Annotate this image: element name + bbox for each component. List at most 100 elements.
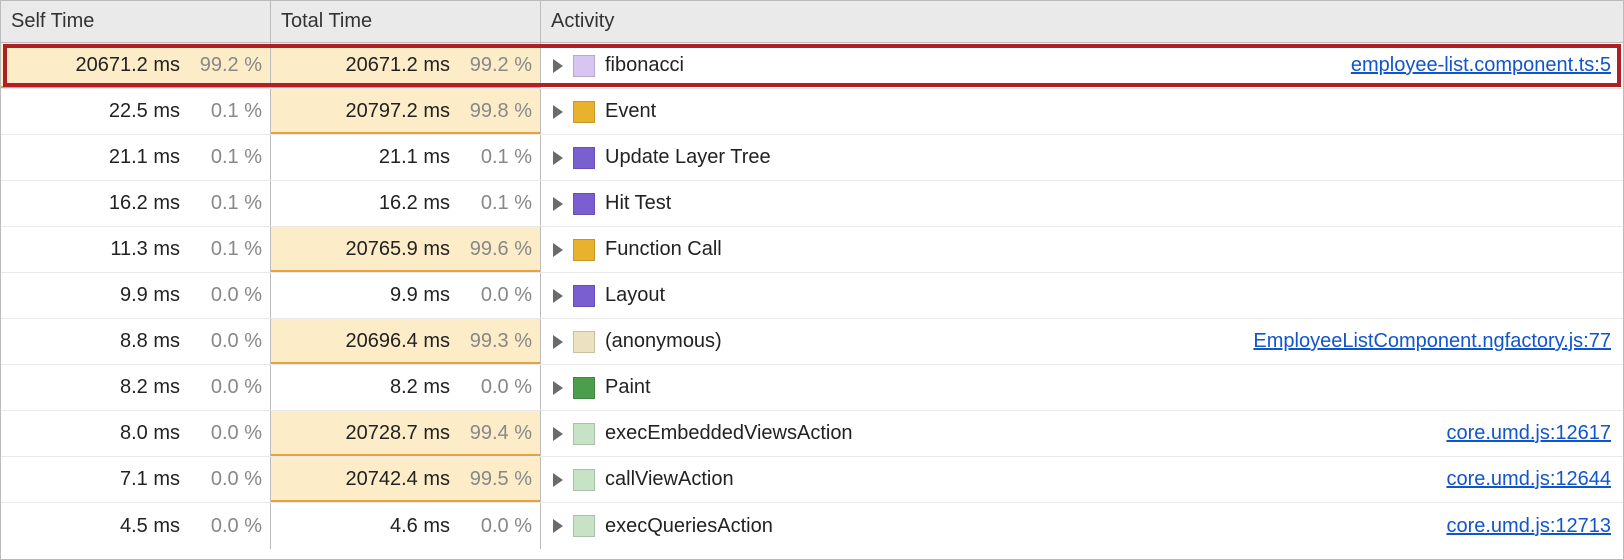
category-swatch-icon xyxy=(573,377,595,399)
total-time-percent: 0.1 % xyxy=(462,146,532,169)
category-swatch-icon xyxy=(573,239,595,261)
activity-cell: Layout xyxy=(541,273,1623,318)
column-header-total-time[interactable]: Total Time xyxy=(271,1,541,42)
activity-name: Layout xyxy=(605,284,665,307)
table-row[interactable]: 8.0 ms0.0 %20728.7 ms99.4 %execEmbeddedV… xyxy=(1,411,1623,457)
total-time-percent: 0.0 % xyxy=(462,284,532,307)
self-time-cell: 21.1 ms0.1 % xyxy=(1,135,271,180)
self-time-percent: 0.0 % xyxy=(192,284,262,307)
expand-icon[interactable] xyxy=(553,105,563,119)
source-link[interactable]: core.umd.js:12713 xyxy=(1446,515,1611,538)
expand-icon[interactable] xyxy=(553,335,563,349)
category-swatch-icon xyxy=(573,285,595,307)
table-row[interactable]: 8.2 ms 0.0 % 8.2 ms 0.0 % Paint xyxy=(1,365,1623,411)
total-time-percent: 99.4 % xyxy=(462,422,532,445)
total-time-cell: 20765.9 ms99.6 % xyxy=(271,227,541,272)
activity-name: Paint xyxy=(605,376,651,399)
self-time-value: 9.9 ms xyxy=(50,284,180,307)
table-row[interactable]: 11.3 ms0.1 %20765.9 ms99.6 % Function Cal… xyxy=(1,227,1623,273)
table-row[interactable]: 21.1 ms0.1 %21.1 ms0.1 %Update Layer Tre… xyxy=(1,135,1623,181)
activity-cell: Hit Test xyxy=(541,181,1623,226)
source-link[interactable]: core.umd.js:12617 xyxy=(1446,422,1611,445)
self-time-value: 8.0 ms xyxy=(50,422,180,445)
total-time-cell: 9.9 ms 0.0 % xyxy=(271,273,541,318)
total-time-percent: 99.6 % xyxy=(462,238,532,261)
activity-name: execQueriesAction xyxy=(605,515,773,538)
total-time-percent: 0.0 % xyxy=(462,515,532,538)
total-time-value: 9.9 ms xyxy=(320,284,450,307)
total-time-cell: 20742.4 ms99.5 % xyxy=(271,457,541,502)
self-time-cell: 11.3 ms0.1 % xyxy=(1,227,271,272)
self-time-cell: 16.2 ms0.1 % xyxy=(1,181,271,226)
category-swatch-icon xyxy=(573,469,595,491)
total-time-value: 20797.2 ms xyxy=(320,100,450,123)
total-time-value: 20728.7 ms xyxy=(320,422,450,445)
category-swatch-icon xyxy=(573,147,595,169)
self-time-cell: 9.9 ms 0.0 % xyxy=(1,273,271,318)
expand-icon[interactable] xyxy=(553,381,563,395)
expand-icon[interactable] xyxy=(553,151,563,165)
activity-name: fibonacci xyxy=(605,54,684,77)
total-time-cell: 16.2 ms0.1 % xyxy=(271,181,541,226)
self-time-percent: 0.0 % xyxy=(192,376,262,399)
self-time-percent: 0.0 % xyxy=(192,330,262,353)
expand-icon[interactable] xyxy=(553,197,563,211)
table-body: 20671.2 ms99.2 %20671.2 ms99.2 %fibonacc… xyxy=(1,43,1623,559)
total-time-percent: 99.8 % xyxy=(462,100,532,123)
self-time-value: 21.1 ms xyxy=(50,146,180,169)
category-swatch-icon xyxy=(573,423,595,445)
source-link[interactable]: employee-list.component.ts:5 xyxy=(1351,54,1611,77)
table-row[interactable]: 9.9 ms 0.0 % 9.9 ms 0.0 % Layout xyxy=(1,273,1623,319)
self-time-percent: 99.2 % xyxy=(192,54,262,77)
activity-name: Hit Test xyxy=(605,192,671,215)
category-swatch-icon xyxy=(573,55,595,77)
activity-cell: fibonacci employee-list.component.ts:5 xyxy=(541,43,1623,88)
table-row[interactable]: 7.1 ms0.0 %20742.4 ms99.5 %callViewActio… xyxy=(1,457,1623,503)
expand-icon[interactable] xyxy=(553,427,563,441)
expand-icon[interactable] xyxy=(553,243,563,257)
total-time-cell: 20671.2 ms 99.2 % xyxy=(271,43,541,88)
table-row[interactable]: 4.5 ms0.0 %4.6 ms0.0 %execQueriesActionc… xyxy=(1,503,1623,549)
total-time-cell: 4.6 ms0.0 % xyxy=(271,503,541,549)
column-header-activity[interactable]: Activity xyxy=(541,1,1623,42)
expand-icon[interactable] xyxy=(553,519,563,533)
table-row[interactable]: 8.8 ms 0.0 % 20696.4 ms 99.3 % (anonymous) Em… xyxy=(1,319,1623,365)
total-time-value: 20671.2 ms xyxy=(320,54,450,77)
self-time-value: 16.2 ms xyxy=(50,192,180,215)
total-time-percent: 99.5 % xyxy=(462,468,532,491)
total-time-value: 20696.4 ms xyxy=(320,330,450,353)
self-time-cell: 7.1 ms 0.0 % xyxy=(1,457,271,502)
total-time-percent: 99.3 % xyxy=(462,330,532,353)
self-time-value: 8.8 ms xyxy=(50,330,180,353)
activity-cell: Function Call xyxy=(541,227,1623,272)
self-time-value: 7.1 ms xyxy=(50,468,180,491)
self-time-percent: 0.1 % xyxy=(192,100,262,123)
category-swatch-icon xyxy=(573,515,595,537)
expand-icon[interactable] xyxy=(553,289,563,303)
column-header-self-time[interactable]: Self Time xyxy=(1,1,271,42)
activity-cell: execEmbeddedViewsAction core.umd.js:12617 xyxy=(541,411,1623,456)
activity-name: (anonymous) xyxy=(605,330,722,353)
self-time-value: 8.2 ms xyxy=(50,376,180,399)
activity-name: Update Layer Tree xyxy=(605,146,771,169)
table-row[interactable]: 20671.2 ms99.2 %20671.2 ms99.2 %fibonacc… xyxy=(1,43,1623,89)
table-row[interactable]: 22.5 ms0.1 %20797.2 ms99.8 %Event xyxy=(1,89,1623,135)
self-time-cell: 8.2 ms 0.0 % xyxy=(1,365,271,410)
total-time-percent: 0.1 % xyxy=(462,192,532,215)
expand-icon[interactable] xyxy=(553,473,563,487)
activity-cell: Paint xyxy=(541,365,1623,410)
table-row[interactable]: 16.2 ms0.1 %16.2 ms0.1 %Hit Test xyxy=(1,181,1623,227)
category-swatch-icon xyxy=(573,101,595,123)
expand-icon[interactable] xyxy=(553,59,563,73)
total-time-cell: 20797.2 ms 99.8 % xyxy=(271,89,541,134)
source-link[interactable]: EmployeeListComponent.ngfactory.js:77 xyxy=(1253,330,1611,353)
self-time-percent: 0.0 % xyxy=(192,468,262,491)
total-time-value: 8.2 ms xyxy=(320,376,450,399)
activity-name: Function Call xyxy=(605,238,722,261)
source-link[interactable]: core.umd.js:12644 xyxy=(1446,468,1611,491)
activity-name: execEmbeddedViewsAction xyxy=(605,422,853,445)
total-time-cell: 20728.7 ms 99.4 % xyxy=(271,411,541,456)
total-time-percent: 0.0 % xyxy=(462,376,532,399)
self-time-cell: 8.8 ms 0.0 % xyxy=(1,319,271,364)
total-time-percent: 99.2 % xyxy=(462,54,532,77)
